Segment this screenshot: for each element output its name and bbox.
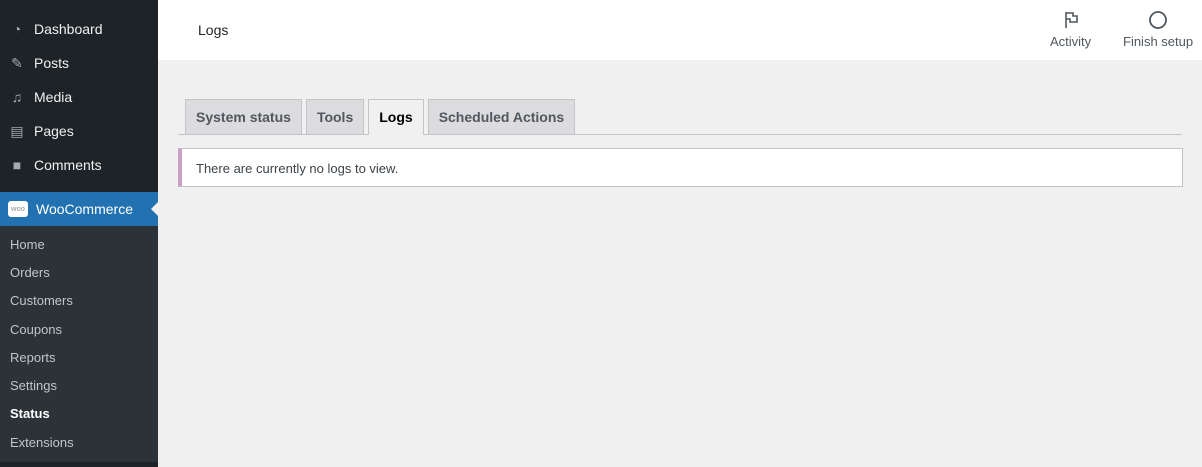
- tab-tools[interactable]: Tools: [305, 99, 365, 134]
- woocommerce-icon: woo: [8, 201, 28, 217]
- sidebar-item-woocommerce[interactable]: woo WooCommerce: [0, 192, 158, 226]
- tab-scheduled-actions[interactable]: Scheduled Actions: [427, 99, 576, 134]
- pin-icon: ✎: [11, 54, 23, 71]
- media-icon: ♫: [11, 89, 23, 105]
- comment-icon: ■: [12, 157, 22, 173]
- notice-message: There are currently no logs to view.: [178, 148, 1183, 187]
- submenu-home[interactable]: Home: [0, 230, 158, 258]
- submenu-orders[interactable]: Orders: [0, 258, 158, 286]
- status-tabs: System status Tools Logs Scheduled Actions: [178, 99, 1182, 135]
- sidebar-item-posts[interactable]: ✎ Posts: [0, 46, 158, 80]
- page-title: Logs: [198, 22, 229, 38]
- flag-icon: [1064, 12, 1078, 28]
- submenu-status[interactable]: Status: [0, 400, 158, 428]
- sidebar-item-dashboard[interactable]: ◔ Dashboard: [0, 12, 158, 46]
- submenu-reports[interactable]: Reports: [0, 343, 158, 371]
- submenu-customers[interactable]: Customers: [0, 287, 158, 315]
- sidebar-item-pages[interactable]: ▤ Pages: [0, 114, 158, 148]
- finish-setup-button[interactable]: Finish setup: [1123, 10, 1193, 49]
- pages-icon: ▤: [10, 122, 24, 139]
- top-header: Logs Activity Finish setup: [158, 0, 1202, 60]
- submenu-coupons[interactable]: Coupons: [0, 315, 158, 343]
- dashboard-icon: ◔: [12, 21, 22, 37]
- sidebar-item-media[interactable]: ♫ Media: [0, 80, 158, 114]
- circle-progress-icon: [1149, 11, 1167, 29]
- activity-button[interactable]: Activity: [1050, 10, 1091, 49]
- tab-system-status[interactable]: System status: [185, 99, 302, 134]
- admin-sidebar: ◔ Dashboard ✎ Posts ♫ Media ▤ Pages ■ Comment…: [0, 0, 158, 467]
- tab-logs[interactable]: Logs: [368, 99, 424, 135]
- sidebar-item-comments[interactable]: ■ Comments: [0, 148, 158, 182]
- submenu-settings[interactable]: Settings: [0, 371, 158, 399]
- submenu-extensions[interactable]: Extensions: [0, 428, 158, 456]
- woocommerce-submenu: Home Orders Customers Coupons Reports Se…: [0, 226, 158, 463]
